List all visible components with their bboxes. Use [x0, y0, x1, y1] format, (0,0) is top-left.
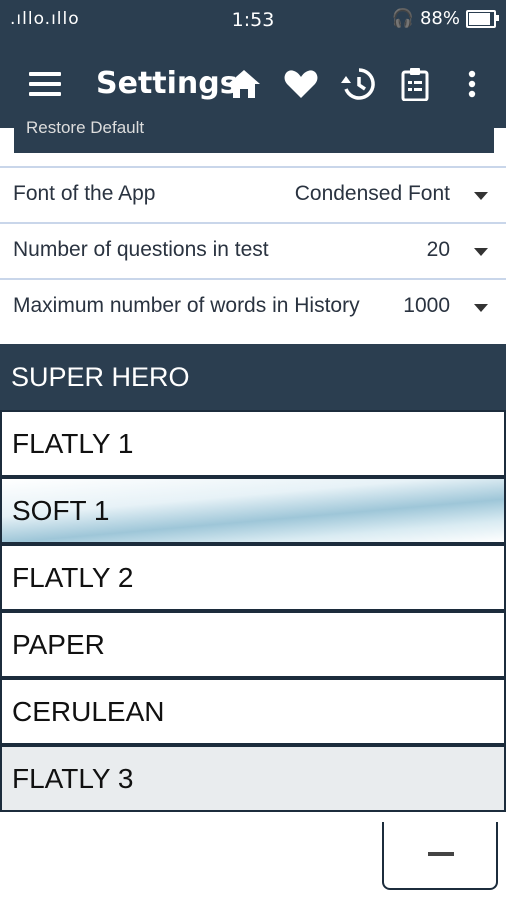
clipboard-icon[interactable]: [395, 64, 435, 104]
setting-label: Number of questions in test: [13, 238, 269, 261]
theme-item-flatly-3[interactable]: FLATLY 3: [0, 745, 506, 812]
history-icon[interactable]: [338, 64, 378, 104]
status-right: 🎧 88%: [391, 8, 499, 29]
setting-history[interactable]: Maximum number of words in History 1000: [0, 278, 506, 334]
dropdown-arrow-icon[interactable]: [474, 304, 488, 312]
restore-default-button[interactable]: Restore Default: [14, 118, 494, 153]
page-title: Settings: [96, 66, 238, 101]
setting-value: 20: [426, 238, 450, 261]
battery-icon: [466, 9, 499, 28]
dropdown-arrow-icon[interactable]: [474, 192, 488, 200]
dropdown-arrow-icon[interactable]: [474, 248, 488, 256]
home-icon[interactable]: [224, 64, 264, 104]
theme-item-super-hero[interactable]: SUPER HERO: [0, 344, 506, 410]
more-vert-icon[interactable]: [452, 64, 492, 104]
setting-label: Maximum number of words in History: [13, 294, 360, 317]
minus-icon: [428, 852, 454, 856]
setting-label: Font of the App: [13, 182, 156, 205]
theme-item-flatly-1[interactable]: FLATLY 1: [0, 410, 506, 477]
menu-icon[interactable]: [29, 72, 61, 96]
headset-icon: 🎧: [391, 8, 414, 29]
collapse-button[interactable]: [382, 822, 498, 890]
battery-percent: 88%: [419, 8, 460, 29]
theme-item-cerulean[interactable]: CERULEAN: [0, 678, 506, 745]
app-toolbar: Settings: [0, 40, 506, 128]
theme-item-soft-1[interactable]: SOFT 1: [0, 477, 506, 544]
heart-icon[interactable]: [281, 64, 321, 104]
theme-item-paper[interactable]: PAPER: [0, 611, 506, 678]
setting-questions[interactable]: Number of questions in test 20: [0, 222, 506, 278]
setting-font[interactable]: Font of the App Condensed Font: [0, 166, 506, 222]
status-bar: .ıllo.ıllo 1:53 🎧 88%: [0, 0, 506, 40]
theme-item-flatly-2[interactable]: FLATLY 2: [0, 544, 506, 611]
setting-value: 1000: [403, 294, 450, 317]
setting-value: Condensed Font: [294, 182, 450, 205]
